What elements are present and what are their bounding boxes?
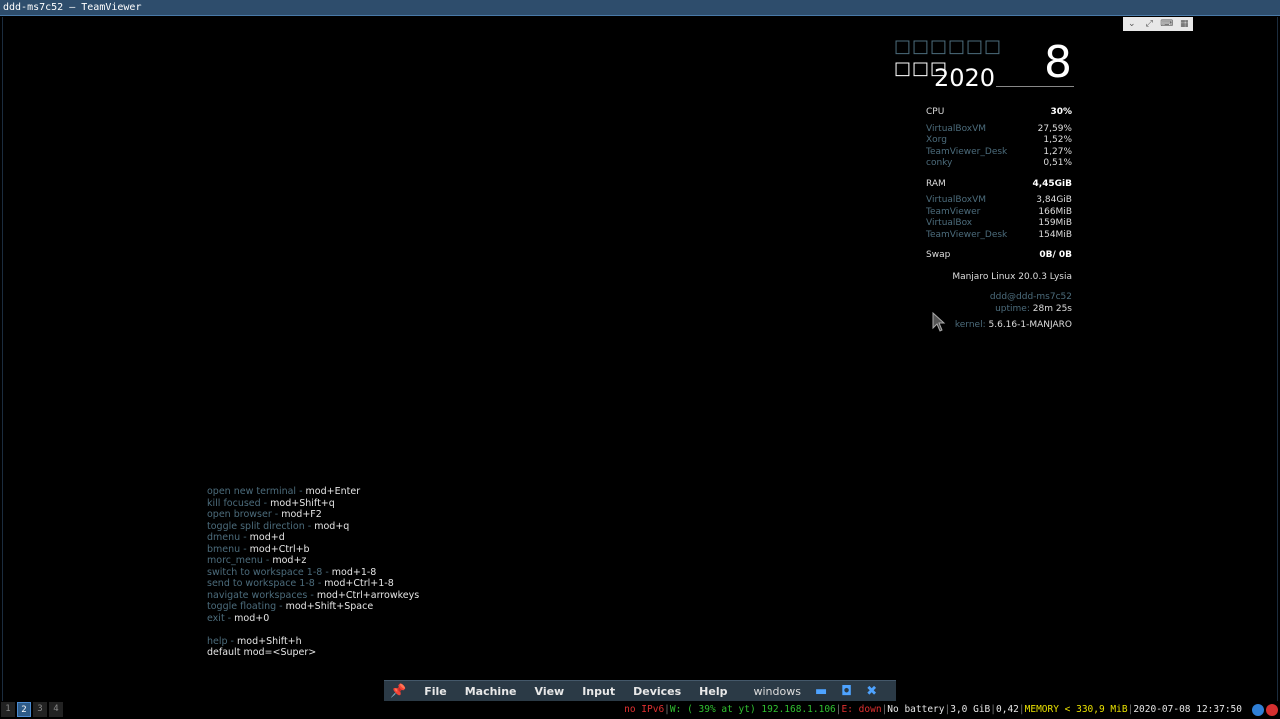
help-line: kill focused - mod+Shift+q [207,497,335,509]
status-memory: MEMORY < 330,9 MiB [1024,704,1128,715]
pin-icon[interactable]: 📌 [390,684,406,699]
ram-proc: VirtualBoxVM 3,84GiB [926,195,1072,205]
system-stats: CPU 30% VirtualBoxVM 27,59% Xorg 1,52% Tea… [926,107,1072,331]
window-titlebar[interactable]: ddd-ms7c52 — TeamViewer [0,0,1280,16]
workspace-button[interactable]: 3 [33,702,47,717]
status-wifi: W: ( 39% at yt) 192.168.1.106 [669,704,836,715]
ram-row: RAM 4,45GiB [926,178,1072,189]
menu-view[interactable]: View [535,685,565,698]
cpu-proc: TeamViewer_Desk 1,27% [926,146,1072,157]
grid-icon[interactable]: ▦ [1177,17,1191,31]
date-underline [996,86,1074,87]
help-spacer [207,624,419,636]
window-title: ddd-ms7c52 — TeamViewer [3,2,142,13]
user-host: ddd@ddd-ms7c52 [989,291,1072,302]
status-ethernet: E: down [841,704,882,715]
date-year: 2020 [934,64,996,92]
i3-statusbar: 1 2 3 4 no IPv6|W: ( 39% at yt) 192.168.… [0,701,1280,719]
swap-row: Swap 0B/ 0B [926,250,1072,260]
status-datetime: 2020-07-08 12:37:50 [1133,704,1242,715]
keyboard-icon[interactable]: ⌨ [1160,17,1174,31]
desktop-area[interactable] [2,17,1278,701]
system-tray [1250,704,1278,716]
status-disk: 3,0 GiB [950,704,991,715]
menu-help[interactable]: Help [699,685,727,698]
help-line: navigate workspaces - mod+Ctrl+arrowkeys [207,589,420,601]
fullscreen-icon[interactable]: ⤢ [1142,17,1156,31]
update-tray-icon[interactable] [1266,704,1278,716]
status-battery: No battery [887,704,945,715]
help-line: default mod=<Super> [207,647,317,658]
help-line: bmenu - mod+Ctrl+b [207,543,310,555]
workspace-button-active[interactable]: 2 [17,702,31,717]
help-line: open new terminal - mod+Enter [207,486,361,497]
teamviewer-widget[interactable]: ⌄ ⤢ ⌨ ▦ [1123,17,1193,31]
restore-icon[interactable]: ◘ [841,684,852,699]
cpu-proc: conky 0,51% [926,158,1072,168]
ram-proc: TeamViewer_Desk 154MiB [926,229,1072,240]
virtualbox-minitoolbar[interactable]: 📌 File Machine View Input Devices Help w… [384,680,896,702]
ram-proc: TeamViewer 166MiB [926,206,1072,217]
menu-machine[interactable]: Machine [465,685,517,698]
menu-devices[interactable]: Devices [633,685,681,698]
help-line: exit - mod+0 [207,612,270,624]
help-line: morc_menu - mod+z [207,555,307,566]
date-weekday: □□□□□□ [894,36,1003,57]
help-line: send to workspace 1-8 - mod+Ctrl+1-8 [207,578,394,589]
workspace-button[interactable]: 1 [1,702,15,717]
date-day: 8 [1044,37,1072,88]
help-line: open browser - mod+F2 [207,509,322,520]
close-icon[interactable]: ✖ [866,684,877,699]
help-line: dmenu - mod+d [207,532,285,543]
help-line: switch to workspace 1-8 - mod+1-8 [207,566,377,578]
status-blocks: no IPv6|W: ( 39% at yt) 192.168.1.106|E:… [624,704,1242,715]
minimize-icon[interactable]: ▬ [815,684,827,699]
kernel-line: kernel: 5.6.16-1-MANJARO [954,319,1072,330]
help-line: help - mod+Shift+h [207,635,302,647]
status-ipv6: no IPv6 [624,704,665,715]
ram-proc: VirtualBox 159MiB [926,218,1072,228]
os-name: Manjaro Linux 20.0.3 Lysia [952,271,1072,282]
cpu-row: CPU 30% [926,107,1072,117]
workspace-button[interactable]: 4 [49,702,63,717]
help-line: toggle floating - mod+Shift+Space [207,601,374,612]
workspace-switcher: 1 2 3 4 [1,702,65,717]
chevron-down-icon[interactable]: ⌄ [1125,17,1139,31]
menu-input[interactable]: Input [582,685,615,698]
status-load: 0,42 [996,704,1019,715]
uptime-line: uptime: 28m 25s [995,303,1072,314]
menu-file[interactable]: File [424,685,447,698]
vm-window-label: windows [753,685,801,698]
cpu-proc: VirtualBoxVM 27,59% [926,123,1072,134]
keybinding-help: open new terminal - mod+Enter kill focus… [207,486,419,659]
help-line: toggle split direction - mod+q [207,520,350,532]
network-tray-icon[interactable] [1252,704,1264,716]
cpu-proc: Xorg 1,52% [926,135,1072,145]
